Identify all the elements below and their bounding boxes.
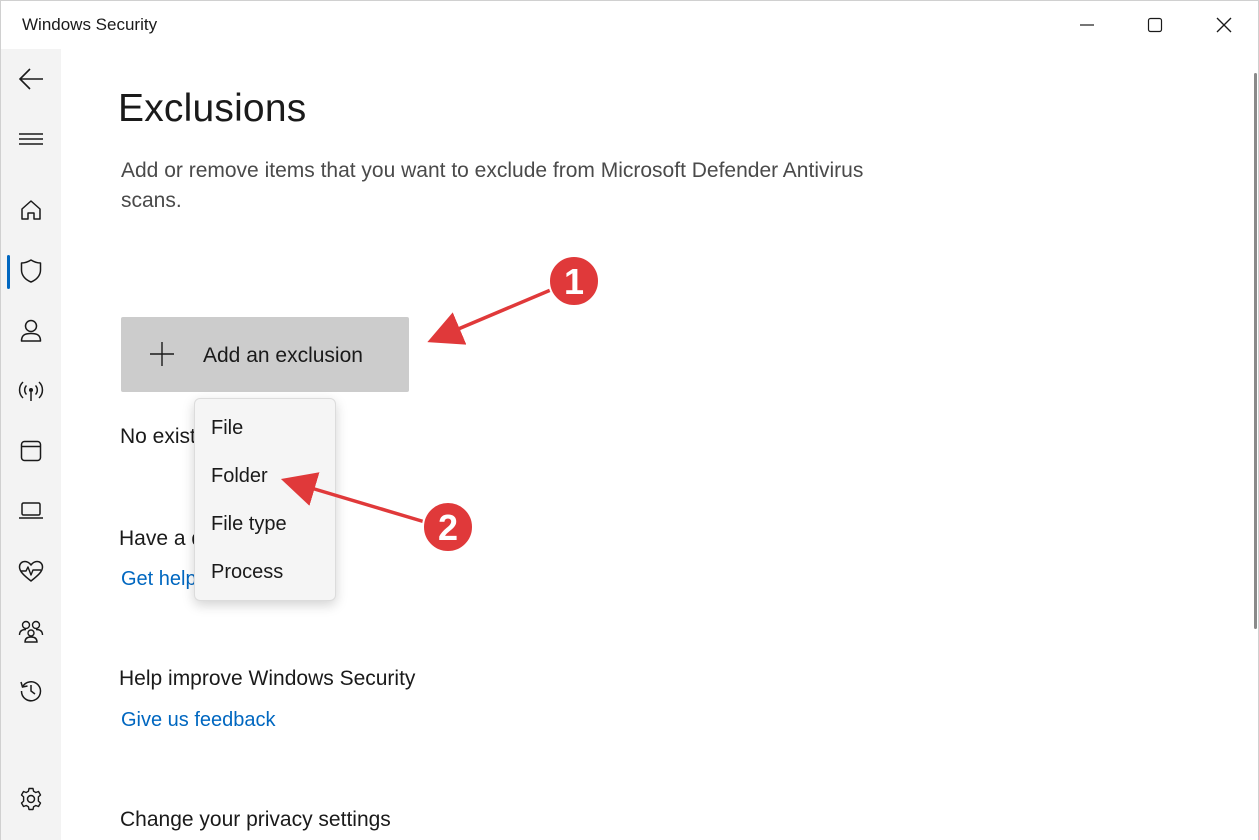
nav-app-browser-control[interactable] (1, 427, 61, 475)
window-title: Windows Security (22, 15, 158, 34)
nav-family-options[interactable] (1, 607, 61, 655)
privacy-settings-heading: Change your privacy settings (120, 808, 391, 831)
menu-toggle-button[interactable] (1, 115, 61, 163)
nav-device-security[interactable] (1, 487, 61, 535)
menu-item-folder[interactable]: Folder (195, 453, 335, 499)
menu-item-file-type[interactable]: File type (195, 501, 335, 547)
heart-pulse-icon (18, 560, 44, 582)
vertical-scrollbar[interactable] (1254, 73, 1257, 629)
account-icon (20, 319, 42, 342)
menu-item-file[interactable]: File (195, 405, 335, 451)
back-button[interactable] (1, 55, 61, 103)
wireless-icon (18, 381, 44, 401)
back-arrow-icon (18, 68, 43, 90)
shield-icon (20, 259, 42, 283)
page-description: Add or remove items that you want to exc… (121, 159, 864, 212)
maximize-button[interactable] (1121, 1, 1189, 49)
navigation-sidebar (1, 49, 61, 840)
hamburger-menu-icon (19, 133, 43, 145)
nav-settings[interactable] (1, 775, 61, 823)
plus-icon (150, 342, 174, 366)
add-exclusion-button[interactable]: Add an exclusion (121, 317, 409, 392)
exclusion-type-menu: File Folder File type Process (194, 398, 336, 601)
history-icon (20, 681, 42, 702)
nav-device-performance[interactable] (1, 547, 61, 595)
home-icon (21, 200, 41, 220)
app-browser-icon (20, 440, 42, 462)
page-title: Exclusions (118, 87, 307, 130)
maximize-icon (1147, 17, 1163, 33)
add-exclusion-label: Add an exclusion (203, 344, 363, 367)
help-improve-heading: Help improve Windows Security (119, 667, 416, 690)
give-feedback-link[interactable]: Give us feedback (121, 709, 276, 732)
title-bar: Windows Security (1, 1, 1258, 49)
get-help-link[interactable]: Get help (121, 568, 197, 591)
family-icon (18, 620, 44, 643)
minimize-icon (1080, 24, 1094, 26)
close-icon (1216, 17, 1232, 33)
nav-home[interactable] (1, 186, 61, 234)
laptop-icon (19, 502, 43, 519)
settings-icon (20, 787, 42, 811)
nav-protection-history[interactable] (1, 667, 61, 715)
windows-security-window: Windows Security Exclusions Add or remov… (0, 0, 1259, 840)
minimize-button[interactable] (1053, 1, 1121, 49)
nav-virus-protection[interactable] (1, 247, 61, 295)
close-button[interactable] (1190, 1, 1258, 49)
nav-firewall[interactable] (1, 367, 61, 415)
nav-account-protection[interactable] (1, 307, 61, 355)
menu-item-process[interactable]: Process (195, 549, 335, 595)
